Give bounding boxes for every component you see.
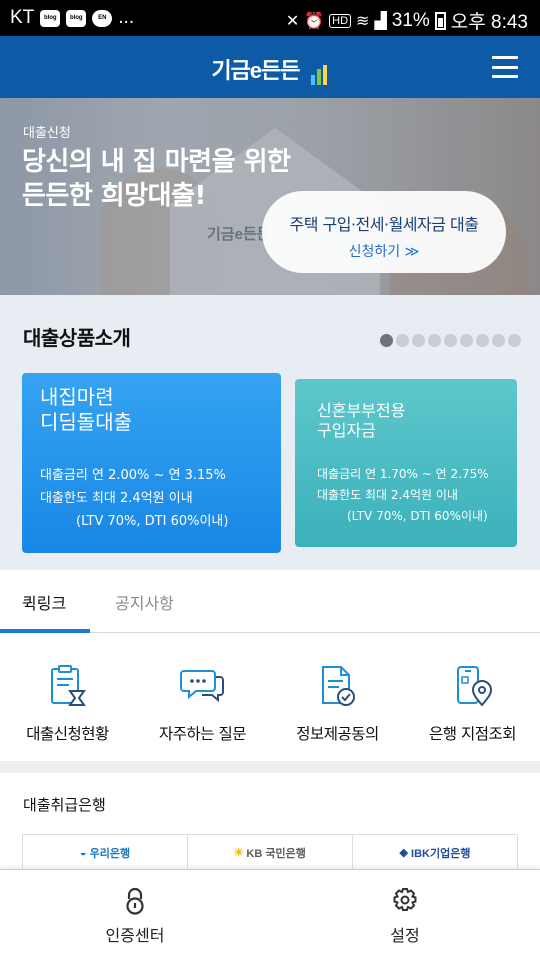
product-card-newlywed[interactable]: 신혼부부전용 구입자금 대출금리 연 1.70% ~ 연 2.75% 대출한도 … (295, 379, 517, 547)
product-name-line2: 디딤돌대출 (40, 410, 132, 434)
product-card-didimdol[interactable]: 내집마련 디딤돌대출 대출금리 연 2.00% ~ 연 3.15% 대출한도 최… (22, 373, 281, 553)
nav-label: 설정 (390, 926, 420, 945)
logo-bars-icon (310, 59, 329, 86)
clock: 오후 8:43 (450, 12, 528, 33)
cta-link: 신청하기 ≫ (348, 244, 420, 260)
bank-logo-row: ◒ 우리은행 ✳ KB 국민은행 ◆ IBK기업은행 (22, 834, 518, 870)
status-bar: KT blog blog EN ... ✕ ⏰ HD ≋ ▟ 31% 오후 8:… (0, 0, 540, 36)
quicklink-loan-status[interactable]: 대출신청현황 (0, 633, 135, 761)
carousel-dot[interactable] (476, 334, 489, 347)
bank-ibk[interactable]: ◆ IBK기업은행 (353, 835, 517, 870)
quicklink-info-consent[interactable]: 정보제공동의 (270, 633, 405, 761)
wifi-icon: ≋ (356, 12, 370, 30)
section-title: 대출취급은행 (23, 796, 106, 814)
ibk-logo-icon: ◆ (399, 847, 409, 859)
apply-cta-button[interactable]: 주택 구입·전세·월세자금 대출 신청하기 ≫ (262, 191, 506, 273)
clipboard-hourglass-icon (50, 665, 86, 706)
carrier-label: KT (10, 7, 35, 28)
tab-bar: 퀵링크 공지사항 (0, 570, 540, 633)
loan-products-section: 대출상품소개 내집마련 디딤돌대출 대출금리 연 2.00% ~ 연 3.15%… (0, 295, 540, 570)
signal-icon: ▟ (374, 12, 387, 30)
banner-headline-line2: 든든한 희망대출! (22, 181, 206, 211)
chat-bubbles-icon (179, 670, 224, 703)
phone-location-icon (456, 666, 492, 707)
product-name: 내집마련 디딤돌대출 (40, 385, 132, 435)
carousel-dot[interactable] (492, 334, 505, 347)
document-check-icon (321, 666, 355, 706)
tab-notice[interactable]: 공지사항 (115, 590, 174, 614)
nav-label: 인증센터 (105, 926, 165, 945)
nav-settings[interactable]: 설정 (270, 870, 540, 960)
quicklink-branch-search[interactable]: 은행 지점조회 (405, 633, 540, 761)
product-name-line1: 내집마련 (40, 385, 114, 409)
product-rate: 대출금리 연 2.00% ~ 연 3.15% (40, 468, 226, 483)
bank-name: 우리은행 (89, 847, 131, 860)
product-condition: (LTV 70%, DTI 60%이내) (76, 513, 229, 529)
carousel-dot[interactable] (412, 334, 425, 347)
product-name-line2: 구입자금 (317, 421, 376, 440)
carousel-dot[interactable] (396, 334, 409, 347)
battery-percent: 31% (391, 9, 430, 31)
app-logo[interactable]: 기금e든든 (0, 53, 540, 86)
kb-star-logo-icon: ✳ (234, 847, 244, 859)
tab-quicklink[interactable]: 퀵링크 (22, 590, 66, 614)
cta-title: 주택 구입·전세·월세자금 대출 (289, 215, 479, 234)
section-divider (0, 761, 540, 773)
app-logo-text: 기금e든든 (211, 58, 300, 83)
product-name-line1: 신혼부부전용 (317, 401, 406, 420)
carousel-dot[interactable] (444, 334, 457, 347)
product-condition: (LTV 70%, DTI 60%이내) (347, 509, 488, 523)
banner-headline: 당신의 내 집 마련을 위한 든든한 희망대출! (22, 145, 291, 213)
padlock-icon (126, 887, 144, 915)
quicklink-label: 정보제공동의 (296, 725, 379, 743)
battery-icon (434, 11, 446, 30)
alarm-icon: ⏰ (304, 12, 325, 30)
quick-links: 대출신청현황 자주하는 질문 정보제공동의 은행 지점조회 (0, 633, 540, 761)
product-rate: 대출금리 연 1.70% ~ 연 2.75% (317, 467, 489, 481)
blog-notification-icon: blog (40, 9, 61, 27)
carousel-dot[interactable] (428, 334, 441, 347)
nav-auth-center[interactable]: 인증센터 (0, 870, 270, 960)
bottom-navigation: 인증센터 설정 (0, 869, 540, 960)
bank-name: KB 국민은행 (246, 847, 306, 860)
hamburger-menu-icon[interactable] (492, 56, 518, 78)
lending-banks-section: 대출취급은행 ◒ 우리은행 ✳ KB 국민은행 ◆ IBK기업은행 (0, 773, 540, 870)
gear-icon (393, 888, 417, 911)
quicklink-faq[interactable]: 자주하는 질문 (135, 633, 270, 761)
carousel-indicator[interactable] (380, 334, 521, 347)
carousel-dot[interactable] (380, 334, 393, 347)
app-header: 기금e든든 (0, 36, 540, 98)
product-name: 신혼부부전용 구입자금 (317, 401, 405, 441)
product-info: 대출금리 연 2.00% ~ 연 3.15% 대출한도 최대 2.4억원 이내 … (40, 465, 228, 533)
bank-kb[interactable]: ✳ KB 국민은행 (188, 835, 353, 870)
en-notification-icon: EN (92, 9, 113, 27)
banner-eyebrow: 대출신청 (23, 126, 71, 141)
carousel-dot[interactable] (460, 334, 473, 347)
quicklink-label: 자주하는 질문 (159, 725, 247, 743)
carousel-dot[interactable] (508, 334, 521, 347)
product-info: 대출금리 연 1.70% ~ 연 2.75% 대출한도 최대 2.4억원 이내 … (317, 464, 489, 527)
more-notifications: ... (118, 7, 135, 28)
quicklink-label: 은행 지점조회 (429, 725, 517, 743)
product-limit: 대출한도 최대 2.4억원 이내 (317, 488, 458, 502)
banner-headline-line1: 당신의 내 집 마련을 위한 (22, 147, 291, 177)
blog-notification-icon: blog (66, 9, 87, 27)
hd-icon: HD (329, 13, 352, 28)
bank-woori[interactable]: ◒ 우리은행 (23, 835, 188, 870)
section-title: 대출상품소개 (23, 326, 131, 350)
bank-name: IBK기업은행 (411, 847, 471, 860)
product-limit: 대출한도 최대 2.4억원 이내 (40, 490, 193, 506)
quicklink-label: 대출신청현황 (26, 725, 109, 743)
woori-logo-icon: ◒ (79, 846, 87, 859)
hero-banner[interactable]: 기금e든든 대출신청 당신의 내 집 마련을 위한 든든한 희망대출! 주택 구… (0, 98, 540, 295)
mute-icon: ✕ (285, 12, 300, 30)
